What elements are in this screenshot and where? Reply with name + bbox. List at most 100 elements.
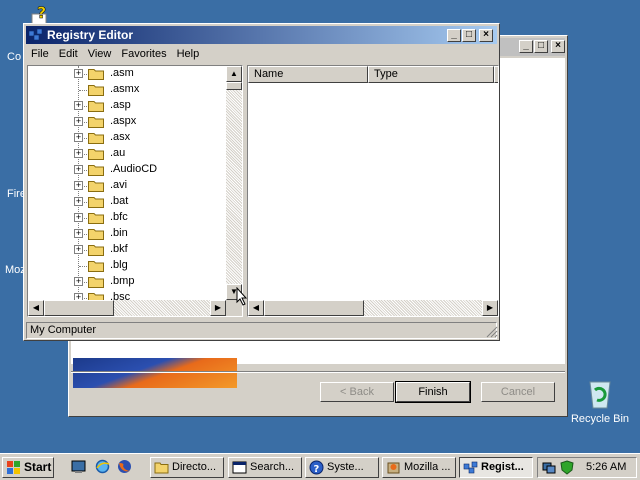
values-list[interactable]: Name Type D ◀ ▶ <box>247 65 499 317</box>
title-bar[interactable]: Registry Editor _ □ × <box>26 26 497 44</box>
scroll-thumb[interactable] <box>44 300 114 316</box>
registry-editor-window: Registry Editor _ □ × File Edit View Favori… <box>23 23 500 341</box>
scroll-up-button[interactable]: ▲ <box>226 66 242 82</box>
menu-edit[interactable]: Edit <box>54 45 83 63</box>
start-button[interactable]: Start <box>2 457 54 478</box>
scroll-thumb[interactable] <box>264 300 364 316</box>
tree-item[interactable]: .blg <box>28 258 228 274</box>
show-desktop-icon[interactable] <box>70 458 87 475</box>
cancel-button[interactable]: Cancel <box>481 382 555 402</box>
tree-item[interactable]: + .asx <box>28 130 228 146</box>
tree-item-label: .AudioCD <box>110 163 158 175</box>
tree-item[interactable]: + .bkf <box>28 242 228 258</box>
svg-text:?: ? <box>314 464 320 475</box>
folder-icon <box>88 149 104 160</box>
window-title: Registry Editor <box>47 28 134 42</box>
search-window-icon <box>232 461 247 474</box>
expand-icon[interactable]: + <box>74 117 83 126</box>
expand-icon[interactable]: + <box>74 197 83 206</box>
tree-horizontal-scrollbar[interactable]: ◀ ▶ <box>28 300 226 316</box>
recycle-bin-desktop-icon[interactable]: Recycle Bin <box>570 376 630 428</box>
column-header-data[interactable]: D <box>494 66 498 83</box>
taskbar-button[interactable]: Search... <box>228 457 302 478</box>
taskbar-button[interactable]: Directo... <box>150 457 224 478</box>
menu-view[interactable]: View <box>83 45 117 63</box>
tree-item[interactable]: + .AudioCD <box>28 162 228 178</box>
menu-help[interactable]: Help <box>172 45 205 63</box>
expand-icon[interactable]: + <box>74 69 83 78</box>
tree-item-label: .blg <box>110 259 128 271</box>
back-button[interactable]: < Back <box>320 382 394 402</box>
folder-icon <box>88 69 104 80</box>
taskbar-button[interactable]: Regist... <box>459 457 533 478</box>
firefox-banner-image <box>73 358 237 388</box>
expand-icon[interactable]: + <box>74 213 83 222</box>
tree-item[interactable]: + .bin <box>28 226 228 242</box>
expand-icon[interactable]: + <box>74 277 83 286</box>
expand-icon[interactable]: + <box>74 181 83 190</box>
resize-grip-icon[interactable] <box>486 326 498 338</box>
menu-file[interactable]: File <box>26 45 54 63</box>
scroll-right-button[interactable]: ▶ <box>210 300 226 316</box>
folder-icon <box>88 245 104 256</box>
list-horizontal-scrollbar[interactable]: ◀ ▶ <box>248 300 498 316</box>
taskbar-button[interactable]: Mozilla ... <box>382 457 456 478</box>
maximize-button[interactable]: □ <box>534 40 548 53</box>
minimize-button[interactable]: _ <box>447 29 461 42</box>
finish-button[interactable]: Finish <box>395 381 471 403</box>
taskbar-button-label: Regist... <box>481 461 524 473</box>
expand-icon[interactable]: + <box>74 101 83 110</box>
menu-bar: File Edit View Favorites Help <box>26 45 497 63</box>
expand-icon[interactable]: + <box>74 245 83 254</box>
tree-item[interactable]: + .au <box>28 146 228 162</box>
tree-item[interactable]: .asmx <box>28 82 228 98</box>
close-button[interactable]: × <box>479 29 493 42</box>
tree-item-label: .avi <box>110 179 128 191</box>
folder-icon <box>88 229 104 240</box>
tree-item-label: .asm <box>110 67 134 79</box>
folder-icon <box>88 85 104 96</box>
taskbar-button[interactable]: ? Syste... <box>305 457 379 478</box>
folder-icon <box>154 462 169 474</box>
security-shield-icon[interactable] <box>560 460 574 475</box>
clock[interactable]: 5:26 AM <box>586 458 626 477</box>
internet-explorer-icon[interactable] <box>94 458 111 475</box>
tree-item-label: .asmx <box>110 83 140 95</box>
expand-icon[interactable]: + <box>74 165 83 174</box>
folder-icon <box>88 181 104 192</box>
tree-item[interactable]: + .avi <box>28 178 228 194</box>
maximize-button[interactable]: □ <box>462 29 476 42</box>
scroll-thumb[interactable] <box>226 82 242 90</box>
close-button[interactable]: × <box>551 40 565 53</box>
tree-item[interactable]: + .asp <box>28 98 228 114</box>
tree-item[interactable]: + .aspx <box>28 114 228 130</box>
regedit-icon <box>28 28 43 41</box>
tree-item-label: .bkf <box>110 243 128 255</box>
menu-favorites[interactable]: Favorites <box>116 45 171 63</box>
start-label: Start <box>24 460 52 474</box>
scroll-right-button[interactable]: ▶ <box>482 300 498 316</box>
folder-icon <box>88 101 104 112</box>
taskbar-button-label: Directo... <box>172 461 217 473</box>
folder-icon <box>88 261 104 272</box>
firefox-icon[interactable] <box>116 458 133 475</box>
desktop-icon-label[interactable]: Co <box>7 51 21 63</box>
tree-item[interactable]: + .asm <box>28 66 228 82</box>
expand-icon[interactable]: + <box>74 133 83 142</box>
column-header-type[interactable]: Type <box>368 66 494 83</box>
scroll-left-button[interactable]: ◀ <box>28 300 44 316</box>
scroll-left-button[interactable]: ◀ <box>248 300 264 316</box>
expand-icon[interactable]: + <box>74 229 83 238</box>
regedit-icon <box>463 461 478 474</box>
expand-icon[interactable]: + <box>74 149 83 158</box>
column-header-name[interactable]: Name <box>248 66 368 83</box>
taskbar-button-label: Search... <box>250 461 295 473</box>
tree-item[interactable]: + .bat <box>28 194 228 210</box>
tree-item[interactable]: + .bfc <box>28 210 228 226</box>
minimize-button[interactable]: _ <box>519 40 533 53</box>
installer-icon <box>387 462 400 474</box>
tree-vertical-scrollbar[interactable]: ▲ ▼ <box>226 66 242 300</box>
registry-tree[interactable]: + .asm .asmx + .asp + .aspx + .asx + .au + .AudioCD +… <box>27 65 243 317</box>
tree-item[interactable]: + .bmp <box>28 274 228 290</box>
network-icon[interactable] <box>542 460 556 475</box>
